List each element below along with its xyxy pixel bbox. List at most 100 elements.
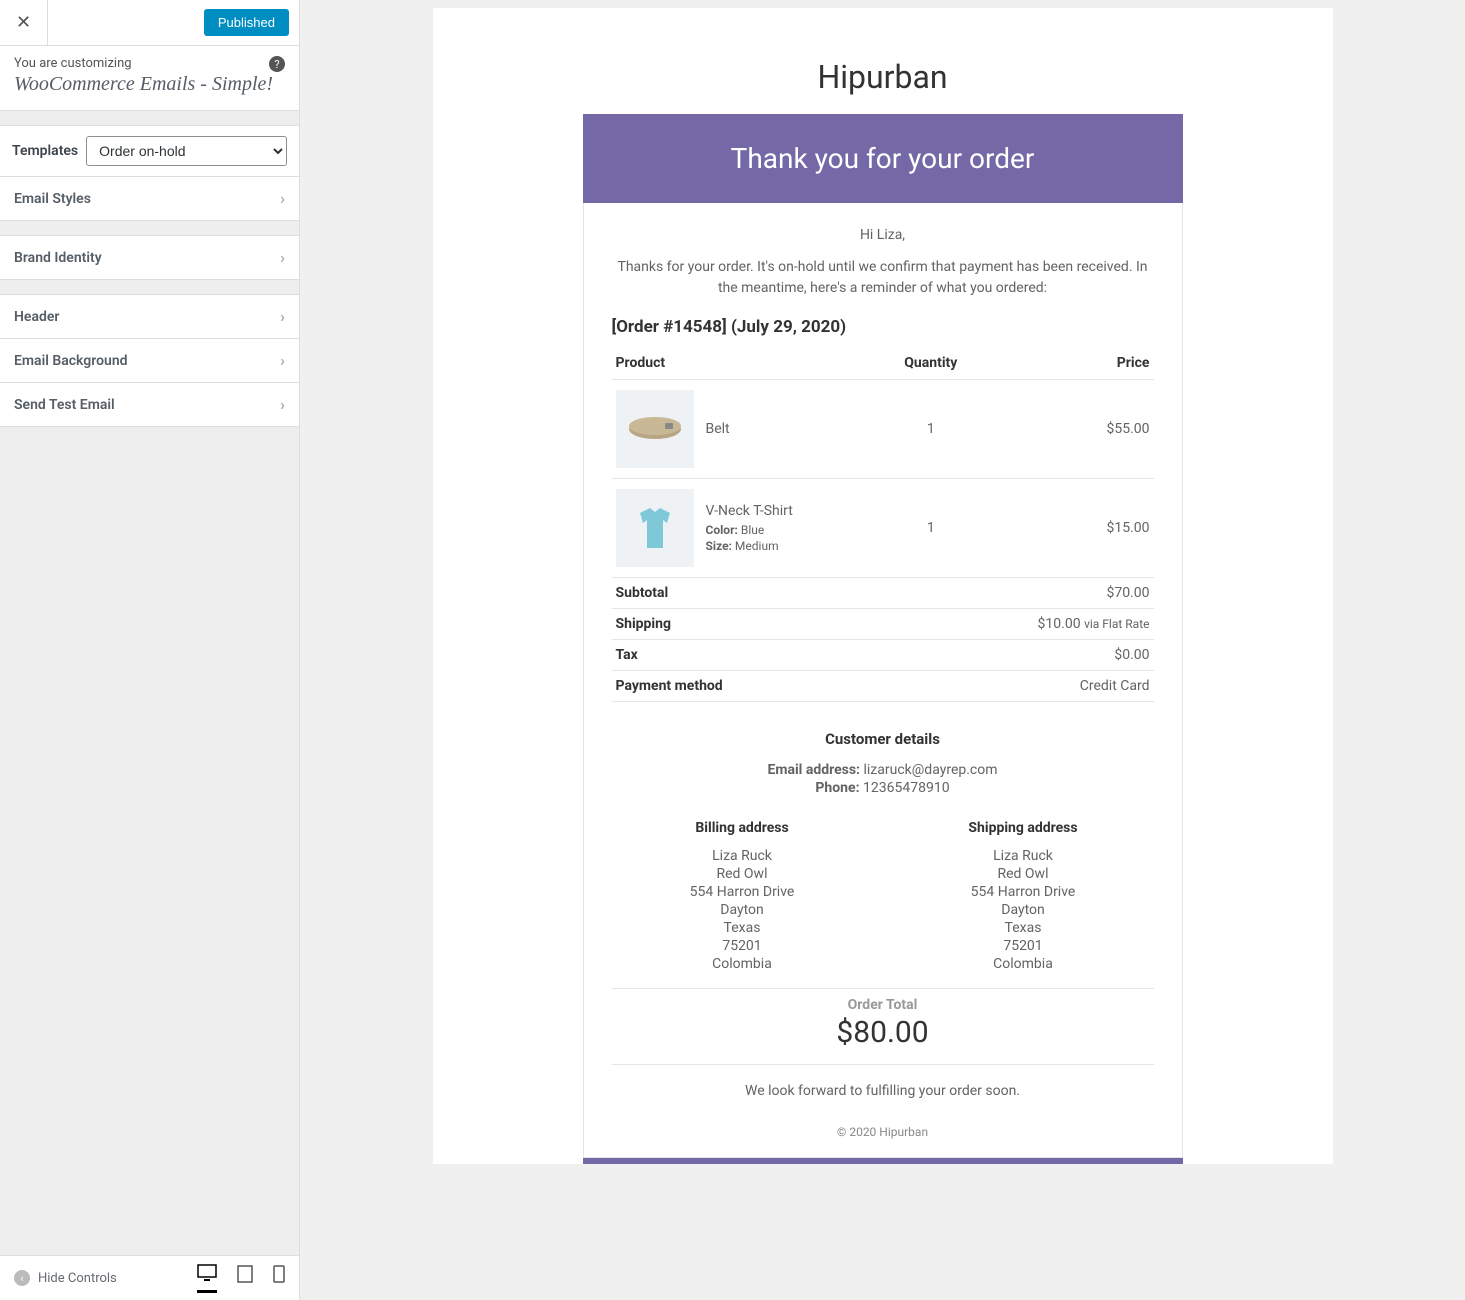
addr-line: Texas — [893, 920, 1154, 936]
billing-address: Billing address Liza Ruck Red Owl 554 Ha… — [612, 820, 873, 974]
panel-label: Header — [14, 309, 59, 325]
col-product: Product — [612, 347, 886, 380]
total-value: Credit Card — [976, 671, 1154, 702]
phone-value: 12365478910 — [863, 780, 950, 796]
panel-email-styles[interactable]: Email Styles › — [0, 177, 299, 221]
order-total-label: Order Total — [612, 997, 1154, 1013]
addr-line: 554 Harron Drive — [893, 884, 1154, 900]
customizing-label: You are customizing — [14, 56, 285, 71]
chevron-right-icon: › — [280, 248, 285, 267]
addr-line: Texas — [612, 920, 873, 936]
shipping-heading: Shipping address — [893, 820, 1154, 836]
subtotal-row: Subtotal $70.00 — [612, 578, 1154, 609]
sidebar-footer: ‹ Hide Controls — [0, 1255, 299, 1300]
copyright: © 2020 Hipurban — [612, 1125, 1154, 1139]
addr-line: Liza Ruck — [893, 848, 1154, 864]
phone-label: Phone: — [815, 780, 859, 796]
total-label: Payment method — [612, 671, 976, 702]
close-icon: ✕ — [16, 12, 31, 33]
customer-details-heading: Customer details — [612, 730, 1154, 748]
product-image — [616, 489, 694, 567]
close-button[interactable]: ✕ — [0, 0, 48, 46]
customizing-title: WooCommerce Emails - Simple! — [14, 73, 285, 96]
customizing-info: You are customizing WooCommerce Emails -… — [0, 46, 299, 111]
total-label: Tax — [612, 640, 976, 671]
meta-value: Medium — [735, 539, 779, 553]
email-label: Email address: — [767, 762, 860, 778]
panel-email-background[interactable]: Email Background › — [0, 339, 299, 383]
addr-line: 75201 — [612, 938, 873, 954]
panel-brand-identity[interactable]: Brand Identity › — [0, 235, 299, 280]
template-select[interactable]: Order on-hold — [86, 136, 287, 166]
preview-area: Hipurban Thank you for your order Hi Liz… — [300, 0, 1465, 1300]
email-banner: Thank you for your order — [583, 114, 1183, 203]
greeting: Hi Liza, — [612, 227, 1154, 243]
panel-send-test-email[interactable]: Send Test Email › — [0, 383, 299, 427]
order-heading: [Order #14548] (July 29, 2020) — [612, 317, 1154, 337]
product-price: $15.00 — [976, 479, 1154, 578]
collapse-icon: ‹ — [14, 1270, 30, 1286]
total-value: $0.00 — [976, 640, 1154, 671]
addresses: Billing address Liza Ruck Red Owl 554 Ha… — [612, 820, 1154, 974]
order-table: Product Quantity Price Belt — [612, 347, 1154, 702]
meta-label: Color: — [706, 523, 738, 537]
customizer-sidebar: ✕ Published You are customizing WooComme… — [0, 0, 300, 1300]
mobile-icon[interactable] — [273, 1265, 285, 1291]
hide-controls-label: Hide Controls — [38, 1271, 117, 1286]
table-row: Belt 1 $55.00 — [612, 380, 1154, 479]
addr-line: Colombia — [612, 956, 873, 972]
product-qty: 1 — [886, 380, 976, 479]
device-switcher — [197, 1264, 285, 1293]
chevron-right-icon: › — [280, 395, 285, 414]
templates-label: Templates — [12, 143, 78, 159]
addr-line: Colombia — [893, 956, 1154, 972]
chevron-right-icon: › — [280, 307, 285, 326]
sidebar-header: ✕ Published — [0, 0, 299, 46]
brand-name: Hipurban — [433, 58, 1333, 96]
panel-header[interactable]: Header › — [0, 294, 299, 339]
table-row: V-Neck T-Shirt Color: Blue Size: Medium … — [612, 479, 1154, 578]
hide-controls-button[interactable]: ‹ Hide Controls — [14, 1270, 117, 1286]
total-value: $70.00 — [976, 578, 1154, 609]
meta-label: Size: — [706, 539, 732, 553]
closing-text: We look forward to fulfilling your order… — [612, 1083, 1154, 1099]
shipping-address: Shipping address Liza Ruck Red Owl 554 H… — [893, 820, 1154, 974]
addr-line: Dayton — [612, 902, 873, 918]
product-qty: 1 — [886, 479, 976, 578]
order-total-value: $80.00 — [612, 1015, 1154, 1050]
panel-label: Send Test Email — [14, 397, 115, 413]
email-preview: Hipurban Thank you for your order Hi Liz… — [433, 8, 1333, 1164]
addr-line: Dayton — [893, 902, 1154, 918]
product-name: V-Neck T-Shirt — [706, 503, 793, 519]
product-image — [616, 390, 694, 468]
published-button[interactable]: Published — [204, 9, 289, 36]
addr-line: Red Owl — [893, 866, 1154, 882]
email-body: Hi Liza, Thanks for your order. It's on-… — [583, 203, 1183, 1158]
intro-text: Thanks for your order. It's on-hold unti… — [612, 257, 1154, 299]
meta-value: Blue — [741, 523, 764, 537]
panel-label: Email Styles — [14, 191, 91, 207]
shipping-row: Shipping $10.00 via Flat Rate — [612, 609, 1154, 640]
billing-heading: Billing address — [612, 820, 873, 836]
product-price: $55.00 — [976, 380, 1154, 479]
email-bottom-bar — [583, 1158, 1183, 1164]
tablet-icon[interactable] — [237, 1265, 253, 1291]
addr-line: 75201 — [893, 938, 1154, 954]
payment-row: Payment method Credit Card — [612, 671, 1154, 702]
addr-line: Red Owl — [612, 866, 873, 882]
templates-row: Templates Order on-hold — [0, 125, 299, 177]
col-quantity: Quantity — [886, 347, 976, 380]
customer-details: Customer details Email address: lizaruck… — [612, 730, 1154, 796]
help-icon[interactable]: ? — [269, 56, 285, 72]
total-value: $10.00 via Flat Rate — [976, 609, 1154, 640]
order-total-block: Order Total $80.00 — [612, 988, 1154, 1065]
tax-row: Tax $0.00 — [612, 640, 1154, 671]
addr-line: 554 Harron Drive — [612, 884, 873, 900]
panel-label: Email Background — [14, 353, 128, 369]
chevron-right-icon: › — [280, 189, 285, 208]
total-label: Shipping — [612, 609, 976, 640]
panel-label: Brand Identity — [14, 250, 102, 266]
chevron-right-icon: › — [280, 351, 285, 370]
desktop-icon[interactable] — [197, 1264, 217, 1293]
email-value: lizaruck@dayrep.com — [863, 762, 997, 778]
